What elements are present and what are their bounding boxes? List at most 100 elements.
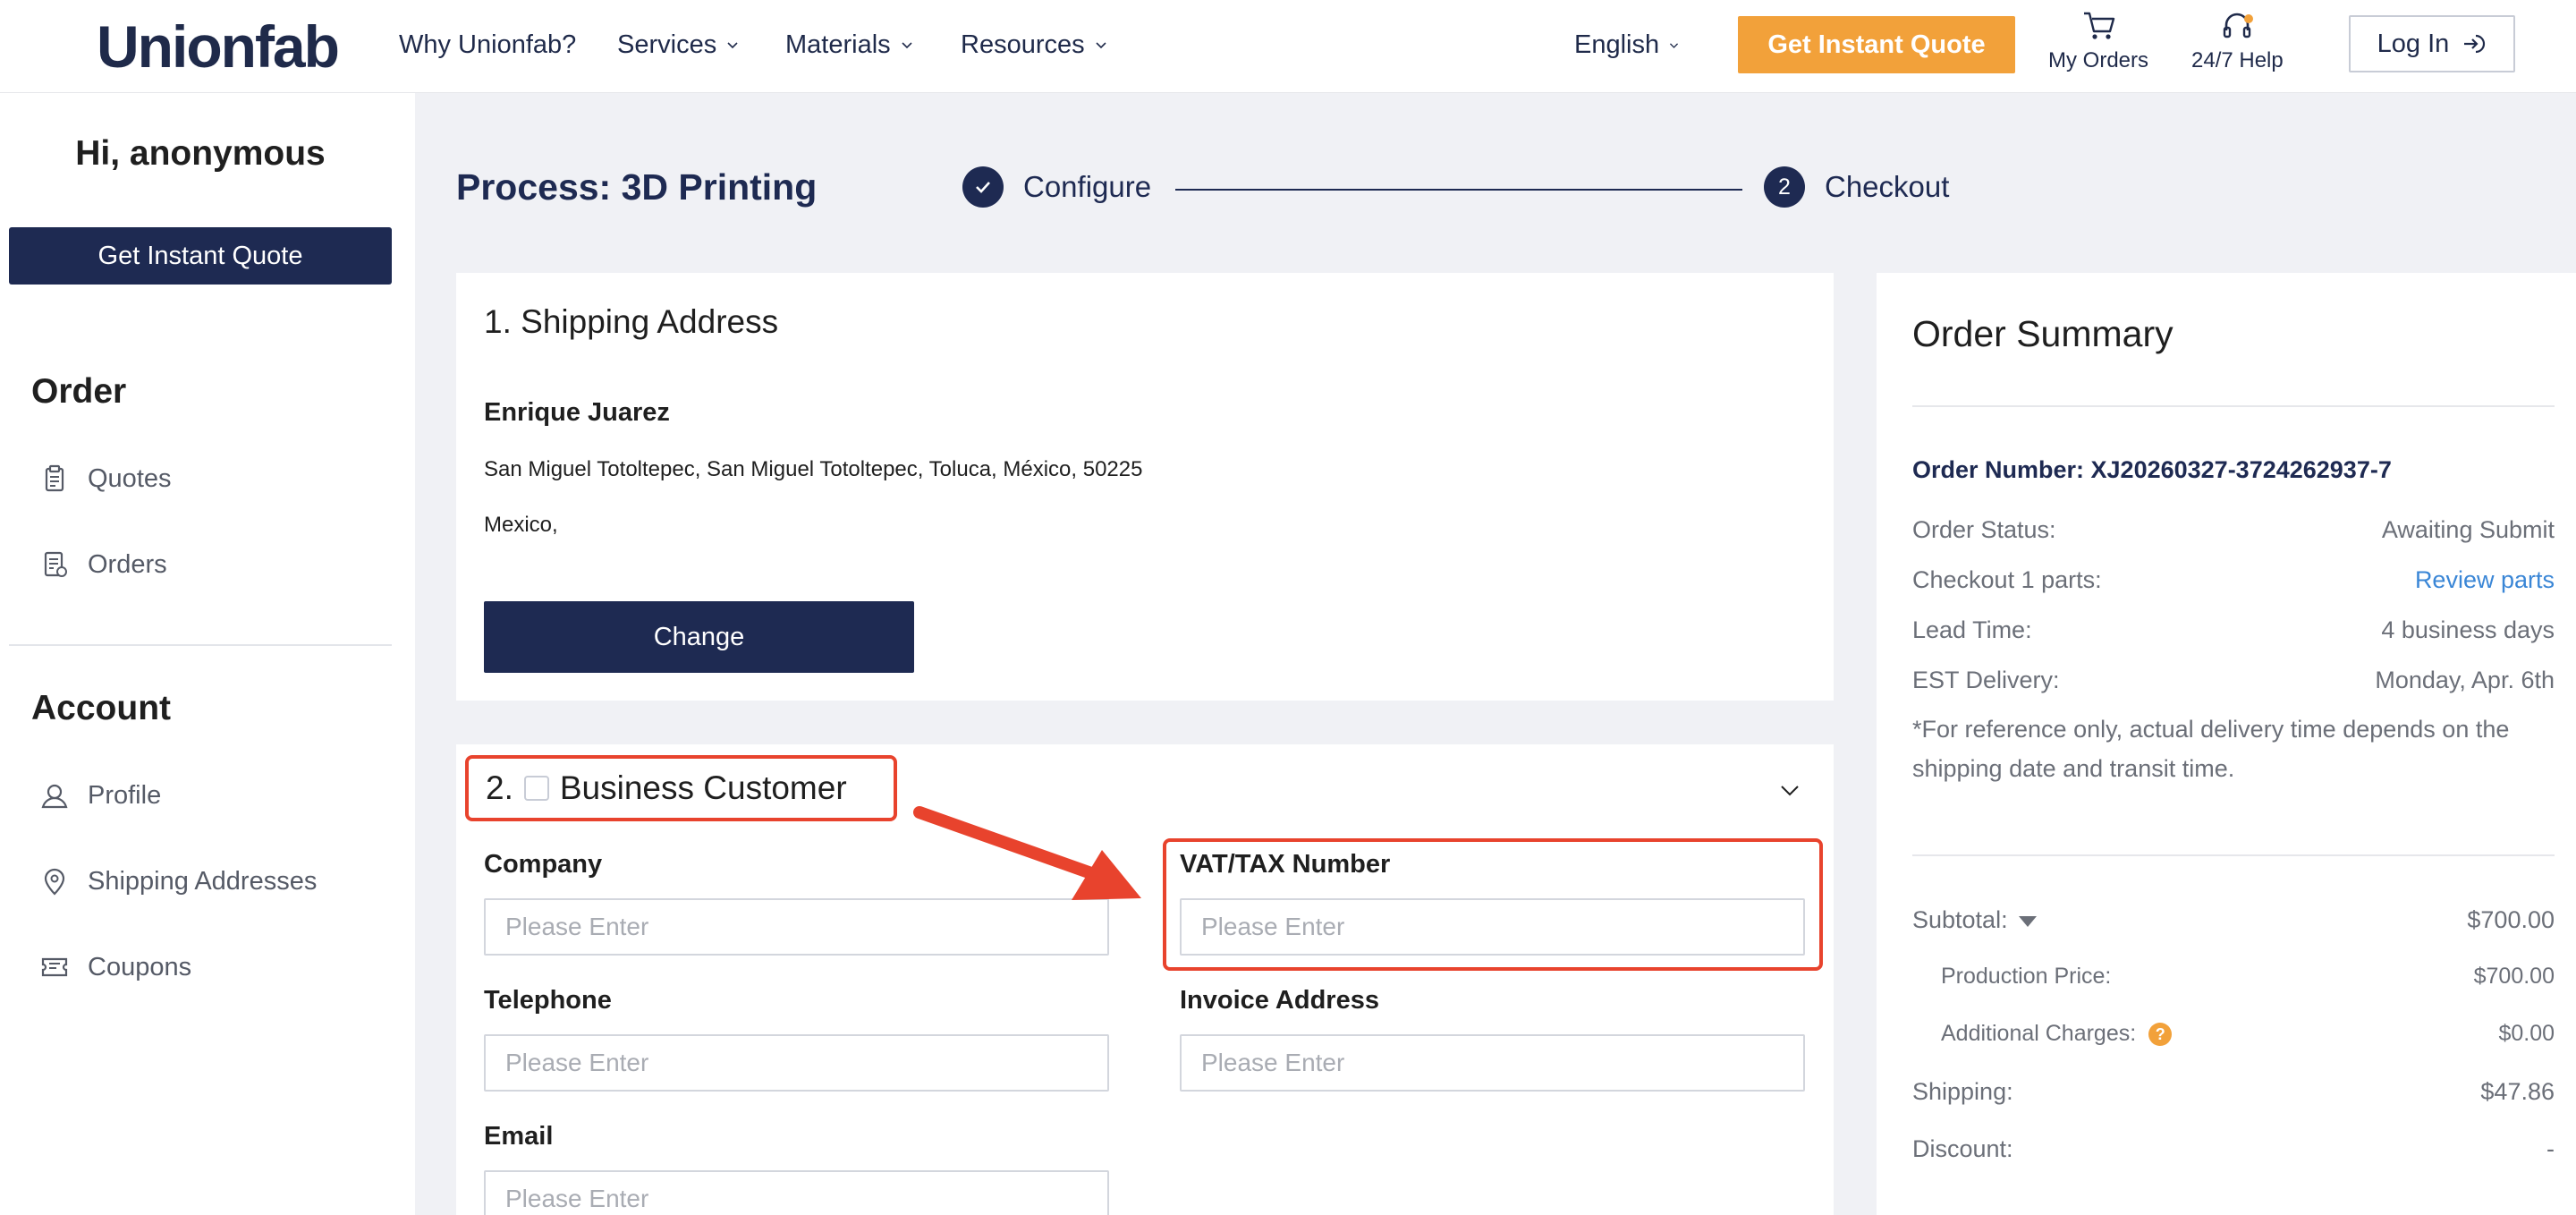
step-configure: Configure [962, 166, 1151, 208]
shipping-address-title: 1. Shipping Address [484, 303, 779, 340]
shipping-address-card: 1. Shipping Address Enrique Juarez San M… [456, 273, 1834, 701]
order-list-icon [44, 551, 67, 577]
vat-tax-input[interactable] [1180, 898, 1805, 956]
top-navigation: Unionfab Why Unionfab? Services Material… [0, 0, 2576, 93]
sidebar-section-account: Account [31, 689, 171, 727]
sidebar-get-instant-quote-button[interactable]: Get Instant Quote [9, 227, 392, 285]
get-instant-quote-button[interactable]: Get Instant Quote [1738, 16, 2015, 73]
business-customer-checkbox[interactable] [523, 776, 549, 801]
est-delivery-label: EST Delivery: [1912, 667, 2060, 693]
invoice-address-label: Invoice Address [1180, 986, 1379, 1015]
chevron-down-icon [1096, 42, 1106, 49]
greeting-text: Hi, anonymous [75, 134, 326, 173]
process-title: Process: 3D Printing [456, 166, 818, 208]
order-status-label: Order Status: [1912, 516, 2056, 543]
step-number: 2 [1764, 166, 1805, 208]
email-input[interactable] [484, 1170, 1109, 1215]
company-input[interactable] [484, 898, 1109, 956]
nav-why-label: Why Unionfab? [399, 30, 577, 59]
sidebar-section-order: Order [31, 372, 127, 411]
est-delivery-value: Monday, Apr. 6th [2375, 667, 2555, 693]
sidebar-item-label: Profile [88, 780, 162, 810]
sidebar-item-profile[interactable]: Profile [39, 780, 161, 811]
lead-time-label: Lead Time: [1912, 616, 2032, 643]
invoice-address-input[interactable] [1180, 1034, 1805, 1092]
telephone-label: Telephone [484, 986, 612, 1015]
step-label: Configure [1023, 170, 1152, 203]
cart-icon [2084, 12, 2115, 39]
nav-resources-label: Resources [961, 30, 1085, 59]
login-icon [2464, 34, 2486, 54]
production-price-row: Production Price: $700.00 [1941, 964, 2555, 990]
production-price-label: Production Price: [1941, 964, 2112, 989]
sidebar-item-label: Shipping Addresses [88, 866, 318, 896]
sidebar-item-coupons[interactable]: Coupons [39, 952, 191, 982]
delivery-note: *For reference only, actual delivery tim… [1912, 716, 2510, 782]
nav-services[interactable]: Services [617, 27, 740, 63]
check-icon [962, 166, 1004, 208]
location-pin-icon [44, 868, 65, 896]
recipient-name: Enrique Juarez [484, 398, 670, 427]
summary-divider [1912, 405, 2555, 407]
unionfab-logo[interactable]: Unionfab [97, 13, 340, 81]
discount-label: Discount: [1912, 1135, 2013, 1162]
company-label: Company [484, 850, 603, 879]
subtotal-label-group: Subtotal: [1912, 906, 2037, 934]
step-checkout: 2 Checkout [1764, 166, 1949, 208]
review-parts-link[interactable]: Review parts [2415, 566, 2555, 594]
step-connector [1175, 189, 1742, 191]
business-customer-title: Business Customer [559, 769, 847, 806]
nav-services-label: Services [617, 30, 717, 59]
order-summary-card: Order Summary Order Number: XJ20260327-3… [1877, 273, 2576, 1215]
checkout-parts-label: Checkout 1 parts: [1912, 566, 2102, 593]
chevron-down-icon [727, 42, 738, 49]
subtotal-value: $700.00 [2467, 906, 2555, 933]
vat-tax-label: VAT/TAX Number [1180, 850, 1391, 879]
additional-charges-label-group: Additional Charges:? [1941, 1021, 2173, 1047]
business-customer-header[interactable]: 2. Business Customer [486, 769, 847, 807]
additional-charges-row: Additional Charges:? $0.00 [1941, 1021, 2555, 1047]
my-orders-link[interactable]: My Orders [2048, 9, 2148, 73]
order-number: Order Number: XJ20260327-3724262937-7 [1912, 456, 2392, 483]
my-orders-label: My Orders [2048, 48, 2149, 72]
chevron-down-icon[interactable] [1778, 778, 1801, 802]
section-number: 2. [486, 769, 513, 806]
clipboard-icon [45, 464, 64, 492]
caret-down-icon[interactable] [2018, 915, 2037, 927]
sidebar-item-quotes[interactable]: Quotes [39, 463, 172, 494]
change-address-button[interactable]: Change [484, 601, 914, 673]
discount-value: - [2546, 1135, 2555, 1162]
discount-row: Discount: - [1912, 1135, 2555, 1163]
shipping-cost-row: Shipping: $47.86 [1912, 1078, 2555, 1106]
order-status-value: Awaiting Submit [2381, 516, 2555, 543]
nav-why-unionfab[interactable]: Why Unionfab? [399, 27, 576, 63]
language-label: English [1574, 30, 1660, 59]
step-label: Checkout [1825, 170, 1950, 203]
address-line: San Miguel Totoltepec, San Miguel Totolt… [484, 457, 1143, 481]
sidebar-item-orders[interactable]: Orders [39, 549, 167, 580]
country-line: Mexico, [484, 513, 558, 537]
notification-dot [2243, 14, 2253, 23]
profile-icon [41, 784, 68, 809]
additional-charges-label: Additional Charges: [1941, 1021, 2137, 1046]
telephone-input[interactable] [484, 1034, 1109, 1092]
nav-materials-label: Materials [785, 30, 891, 59]
help-question-icon[interactable]: ? [2148, 1023, 2173, 1047]
email-label: Email [484, 1122, 554, 1151]
help-link[interactable]: 24/7 Help [2191, 9, 2284, 73]
chevron-down-icon [1670, 42, 1679, 48]
sidebar-item-label: Coupons [88, 952, 192, 981]
nav-materials[interactable]: Materials [785, 27, 914, 63]
nav-resources[interactable]: Resources [961, 27, 1108, 63]
checkout-parts-row: Checkout 1 parts: Review parts [1912, 566, 2555, 594]
order-summary-title: Order Summary [1912, 313, 2174, 354]
est-delivery-row: EST Delivery: Monday, Apr. 6th [1912, 667, 2555, 694]
production-price-value: $700.00 [2473, 964, 2555, 989]
sidebar-item-label: Quotes [88, 463, 172, 493]
log-in-button[interactable]: Log In [2349, 15, 2515, 72]
sidebar-item-label: Orders [88, 549, 167, 579]
sidebar-item-shipping-addresses[interactable]: Shipping Addresses [39, 866, 317, 896]
language-selector[interactable]: English [1574, 27, 1680, 63]
lead-time-row: Lead Time: 4 business days [1912, 616, 2555, 644]
subtotal-row[interactable]: Subtotal: $700.00 [1912, 906, 2555, 934]
